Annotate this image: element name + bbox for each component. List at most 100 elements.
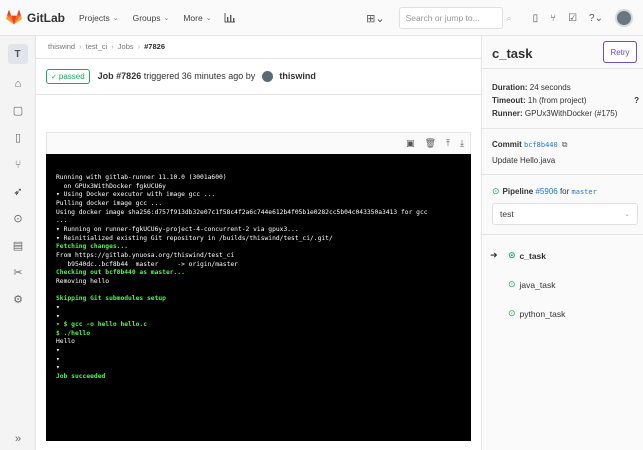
divider — [482, 68, 643, 69]
pipeline-row: ⊙ Pipeline #5906 for master — [492, 186, 597, 197]
job-list-item[interactable]: ⊙ java_task — [482, 270, 643, 299]
duration-label: Duration: — [492, 83, 528, 92]
project-avatar[interactable]: T — [7, 44, 28, 64]
search-input[interactable]: Search or jump to... — [398, 7, 503, 29]
runner-value: GPUx3WithDocker (#175) — [524, 109, 618, 118]
nav-groups-label: Groups — [132, 12, 161, 23]
log-line: on GPUx3WithDocker fgkUCU6y — [56, 182, 166, 190]
copy-icon[interactable]: ⧉ — [562, 140, 568, 149]
job-triggered-text: triggered 36 minutes ago by — [143, 70, 256, 81]
gitlab-logo-icon — [6, 10, 22, 25]
file-icon[interactable]: ▢ — [0, 97, 36, 124]
job-name-title: c_task — [492, 46, 533, 61]
issues-icon[interactable]: ▯ — [0, 124, 36, 151]
timeout-label: Timeout: — [492, 96, 526, 105]
raw-log-icon[interactable]: ▣ — [406, 138, 415, 149]
divider — [482, 174, 643, 175]
job-item-name: python_task — [519, 308, 566, 319]
pipeline-for: for — [559, 187, 570, 196]
status-text: passed — [58, 72, 85, 81]
gear-icon[interactable]: ⚙ — [0, 286, 36, 313]
commit-sha[interactable]: bcf8b440 — [524, 141, 558, 149]
help-icon[interactable]: ?⌄ — [589, 13, 603, 24]
question-icon[interactable]: ? — [634, 96, 639, 105]
job-list-item[interactable]: ➜ ⊙ c_task — [482, 241, 643, 270]
check-circle-icon: ⊙ — [508, 279, 516, 289]
chevron-down-icon: ⌄ — [205, 14, 212, 22]
timeout-value: 1h (from project) — [527, 96, 587, 105]
merge-requests-icon[interactable]: ⑂ — [550, 13, 556, 24]
search-placeholder: Search or jump to... — [405, 13, 480, 23]
nav-groups[interactable]: Groups ⌄ — [133, 13, 170, 23]
runner-row: Runner: GPUx3WithDocker (#175) — [492, 109, 617, 118]
nav-projects[interactable]: Projects ⌄ — [79, 13, 119, 23]
log-toolbar: ▣ 🗑 ⤒ ⤓ — [46, 132, 471, 154]
log-line: Job succeeded — [56, 373, 106, 381]
divider — [36, 94, 481, 95]
status-badge[interactable]: ✓ passed — [46, 69, 90, 84]
breadcrumb-item[interactable]: thiswind — [48, 42, 75, 51]
job-user[interactable]: thiswind — [279, 71, 316, 81]
stage-selected: test — [500, 209, 514, 219]
new-item-plus-icon[interactable]: ⊞⌄ — [366, 12, 384, 25]
rocket-icon[interactable]: ➶ — [0, 178, 36, 205]
snippets-icon[interactable]: ✂ — [0, 259, 36, 286]
log-line: Hello — [56, 338, 75, 346]
log-line: ... — [56, 217, 68, 225]
log-line: ▾ Using Docker executor with image gcc .… — [56, 191, 216, 199]
breadcrumb: thiswind › test_ci › Jobs › #7826 — [48, 42, 165, 51]
commit-message: Update Hello.java — [492, 156, 556, 165]
pipeline-link[interactable]: #5906 — [535, 187, 557, 196]
right-sidebar: c_task Retry Duration: 24 seconds Timeou… — [481, 36, 643, 450]
nav-more-label: More — [183, 12, 203, 23]
activity-chart-icon[interactable] — [224, 12, 236, 23]
top-navbar: GitLab Projects ⌄ Groups ⌄ More ⌄ ⊞⌄ Search… — [0, 0, 643, 36]
log-line: From https://gitlab.ynuosa.org/thiswind/… — [56, 251, 235, 259]
brand[interactable]: GitLab — [6, 10, 65, 25]
breadcrumb-item[interactable]: Jobs — [118, 42, 134, 51]
job-header: ✓ passed Job #7826 triggered 36 minutes a… — [46, 69, 316, 84]
divider — [36, 58, 481, 59]
breadcrumb-separator: › — [79, 42, 82, 51]
user-avatar[interactable] — [615, 9, 633, 27]
operations-icon[interactable]: ⊙ — [0, 205, 36, 232]
pipeline-label: Pipeline — [502, 187, 534, 196]
log-line: Checking out bcf8b440 as master... — [56, 269, 185, 277]
timeout-row: Timeout: 1h (from project) — [492, 96, 587, 105]
check-circle-icon: ⊙ — [508, 250, 516, 260]
user-avatar[interactable] — [261, 71, 273, 83]
job-log-terminal[interactable]: Running with gitlab-runner 11.10.0 (3001… — [46, 154, 471, 441]
log-line: Running with gitlab-runner 11.10.0 (3001… — [56, 174, 227, 181]
merge-requests-icon[interactable]: ⑂ — [0, 151, 36, 178]
jobs-list: ➜ ⊙ c_task ⊙ java_task ⊙ python_task — [482, 241, 643, 328]
log-line: ▾ $ gcc -o hello hello.c — [56, 321, 147, 329]
nav-more[interactable]: More ⌄ — [183, 13, 211, 23]
retry-button[interactable]: Retry — [603, 41, 637, 63]
branch-link[interactable]: master — [572, 188, 597, 196]
breadcrumb-item[interactable]: test_ci — [86, 42, 108, 51]
breadcrumb-current: #7826 — [144, 42, 165, 51]
log-line: ▾ Reinitialized existing Git repository … — [56, 234, 333, 242]
collapse-sidebar-icon[interactable]: » — [0, 428, 36, 450]
home-icon[interactable]: ⌂ — [0, 70, 36, 97]
commit-label: Commit — [492, 140, 522, 149]
arrow-right-icon: ➜ — [490, 250, 498, 260]
chevron-down-icon: ⌄ — [624, 211, 630, 218]
erase-log-icon[interactable]: 🗑 — [425, 138, 436, 149]
duration-value: 24 seconds — [529, 83, 571, 92]
job-list-item[interactable]: ⊙ python_task — [482, 299, 643, 328]
nav-projects-label: Projects — [79, 12, 110, 23]
search-icon[interactable]: ⌕ — [507, 13, 521, 24]
check-circle-icon: ⊙ — [492, 186, 500, 196]
check-circle-icon: ✓ — [51, 73, 57, 81]
job-title: Job #7826 triggered 36 minutes ago by th… — [98, 70, 316, 83]
issues-icon[interactable]: ▯ — [533, 13, 539, 24]
stage-select[interactable]: test ⌄ — [492, 203, 638, 225]
scroll-top-icon[interactable]: ⤒ — [446, 138, 450, 149]
wiki-icon[interactable]: ▤ — [0, 232, 36, 259]
scroll-bottom-icon[interactable]: ⤓ — [460, 138, 464, 149]
log-line: ▾ — [56, 364, 60, 372]
todos-icon[interactable]: ☑ — [568, 13, 577, 24]
duration-row: Duration: 24 seconds — [492, 83, 571, 92]
log-line: $ ./hello — [56, 329, 91, 337]
